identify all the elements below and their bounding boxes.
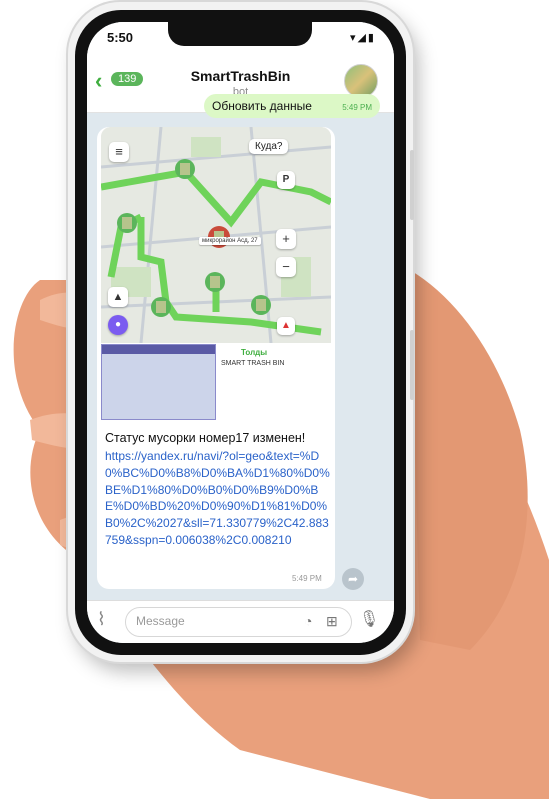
compass-icon[interactable]: ▲ xyxy=(277,317,295,335)
message-status-text: Статус мусорки номер17 изменен! xyxy=(105,431,306,445)
notch xyxy=(168,22,312,46)
zoom-in-button[interactable]: + xyxy=(276,229,296,249)
outgoing-message-time: 5:49 PM xyxy=(342,103,372,112)
link-preview-title: SMART TRASH BIN xyxy=(221,360,285,367)
sticker-icon[interactable]: ◔ xyxy=(304,613,312,629)
map-image[interactable]: ≡ Куда? P микрорайон Асд, 27 + − ▲ ▲ ● xyxy=(101,127,331,343)
map-drawing xyxy=(101,127,331,343)
link-preview-site: Толды xyxy=(241,348,268,357)
map-search-button[interactable]: Куда? xyxy=(249,139,289,154)
outgoing-message[interactable]: Обновить данные 5:49 PM xyxy=(204,94,380,118)
paperclip-icon[interactable]: ⌇ xyxy=(97,609,106,630)
microphone-icon[interactable]: 🎙 xyxy=(359,609,379,629)
side-button xyxy=(410,330,414,400)
side-button xyxy=(410,150,414,220)
link-preview[interactable]: Толды SMART TRASH BIN xyxy=(101,344,331,420)
parking-icon[interactable]: P xyxy=(277,171,295,189)
incoming-message-time: 5:49 PM xyxy=(292,574,322,583)
message-input[interactable]: Message ◔ ⊞ xyxy=(125,607,352,637)
screen: 5:50 ▾◢▮ ‹ 139 SmartTrashBin bot Обновит… xyxy=(87,22,394,643)
status-icons: ▾◢▮ xyxy=(349,32,376,44)
outgoing-message-text: Обновить данные xyxy=(212,99,312,113)
message-link[interactable]: https://yandex.ru/navi/?ol=geo&text=%D0%… xyxy=(105,448,330,549)
zoom-out-button[interactable]: − xyxy=(276,257,296,277)
alice-voice-icon[interactable]: ● xyxy=(108,315,128,335)
message-input-placeholder: Message xyxy=(136,614,185,628)
navigation-arrow-icon[interactable]: ▲ xyxy=(108,287,128,307)
map-address-label: микрорайон Асд, 27 xyxy=(199,237,261,245)
map-menu-button[interactable]: ≡ xyxy=(109,142,129,162)
attach-menu-icon[interactable]: ⊞ xyxy=(326,613,338,630)
share-icon[interactable]: ➦ xyxy=(342,568,364,590)
link-preview-image xyxy=(101,344,216,420)
message-input-bar: ⌇ Message ◔ ⊞ 🎙 xyxy=(87,600,394,643)
status-time: 5:50 xyxy=(107,30,134,45)
avatar[interactable] xyxy=(344,64,378,98)
